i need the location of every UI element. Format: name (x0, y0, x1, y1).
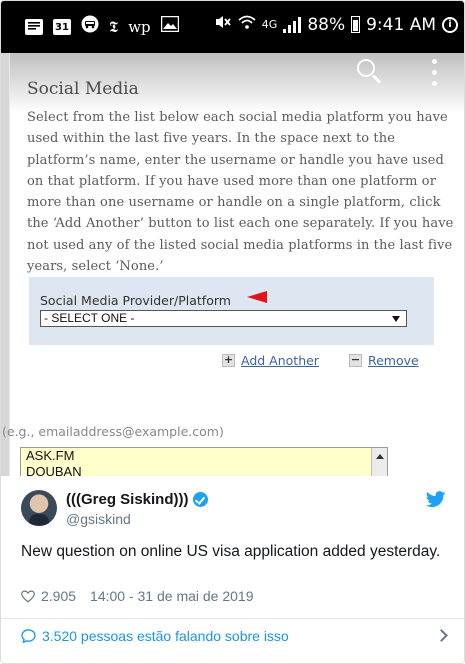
select-value: - SELECT ONE - (44, 311, 135, 325)
calendar-icon: 31 (53, 18, 71, 35)
platform-select[interactable]: - SELECT ONE - (40, 310, 407, 327)
add-another-button[interactable]: + Add Another (222, 353, 319, 368)
email-hint: (e.g., emailaddress@example.com) (2, 424, 224, 439)
avatar[interactable] (21, 490, 57, 526)
network-type-label: 4G (261, 18, 278, 31)
author-name[interactable]: (((Greg Siskind))) (66, 491, 208, 508)
info-icon: i (442, 16, 458, 33)
tweet-text: New question on online US visa applicati… (21, 543, 441, 560)
plus-icon: + (222, 353, 235, 367)
like-count: 2.905 (41, 588, 77, 604)
list-item[interactable]: DOUBAN (21, 464, 387, 476)
chevron-right-icon (435, 629, 448, 642)
row-actions: + Add Another − Remove (222, 353, 419, 368)
status-right-icons: 4G 88% 9:41 AM i (214, 14, 458, 35)
visa-form-page: Social Media Select from the list below … (2, 53, 464, 476)
listbox-scrollbar[interactable] (371, 448, 387, 476)
tweet-card: (((Greg Siskind))) @gsiskind New questio… (1, 476, 464, 663)
conversation-label: 3.520 pessoas estão falando sobre isso (42, 628, 289, 644)
provider-label: Social Media Provider/Platform (40, 293, 231, 308)
twitter-bird-icon[interactable] (426, 491, 446, 508)
speech-bubble-icon (21, 629, 36, 643)
wifi-icon (238, 14, 256, 35)
screenshot-image: 31 𝕿 wp 4G 88% 9:41 AM i Social Media Se… (1, 1, 464, 476)
mute-icon (214, 14, 232, 35)
clock-time: 9:41 AM (366, 14, 436, 35)
divider (1, 618, 464, 619)
conversation-link[interactable]: 3.520 pessoas estão falando sobre isso (21, 628, 448, 644)
tweet-timestamp[interactable]: 14:00 - 31 de mai de 2019 (90, 588, 253, 604)
more-options-icon[interactable] (432, 59, 438, 87)
provider-section: Social Media Provider/Platform - SELECT … (29, 277, 434, 345)
status-left-icons: 31 𝕿 wp (25, 15, 179, 38)
list-item[interactable]: ASK.FM (21, 448, 387, 464)
verified-badge-icon (192, 492, 208, 507)
display-name: (((Greg Siskind))) (66, 491, 189, 508)
signal-icon (283, 16, 302, 33)
remove-label: Remove (367, 353, 419, 368)
heart-icon[interactable] (21, 589, 35, 603)
minus-icon: − (348, 353, 362, 367)
remove-button[interactable]: − Remove (348, 353, 419, 368)
phone-status-bar: 31 𝕿 wp 4G 88% 9:41 AM i (1, 1, 464, 53)
chevron-down-icon (392, 316, 400, 322)
battery-percent: 88% (307, 14, 346, 35)
red-arrow-icon (247, 291, 267, 303)
nyt-icon: 𝕿 (109, 17, 119, 36)
chevron-up-icon (376, 454, 384, 459)
battery-icon (351, 16, 361, 33)
author-handle[interactable]: @gsiskind (66, 511, 131, 527)
instructions-text: Select from the list below each social m… (27, 110, 454, 275)
page-title: Social Media (27, 79, 139, 99)
search-icon[interactable] (357, 59, 382, 84)
platform-listbox[interactable]: ASK.FM DOUBAN (20, 447, 388, 476)
car-icon (81, 15, 99, 38)
message-icon (25, 18, 43, 35)
wp-icon: wp (128, 17, 151, 36)
add-another-label: Add Another (241, 353, 319, 368)
image-icon (160, 15, 179, 37)
tweet-embed-frame: 31 𝕿 wp 4G 88% 9:41 AM i Social Media Se… (0, 0, 465, 664)
tweet-meta: 2.905 14:00 - 31 de mai de 2019 (21, 588, 254, 604)
